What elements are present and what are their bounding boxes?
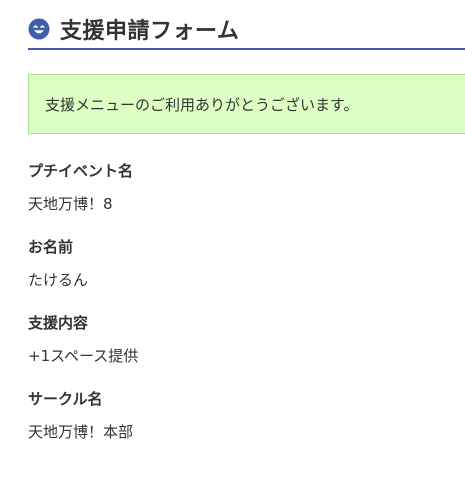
event-name-label: プチイベント名 (28, 162, 134, 180)
page-header: 支援申請フォーム (28, 16, 465, 50)
support-content-value: +1スペース提供 (28, 347, 139, 365)
name-label: お名前 (28, 238, 74, 256)
page-title: 支援申請フォーム (60, 19, 240, 44)
smile-icon (28, 18, 50, 40)
notice-message: 支援メニューのご利用ありがとうございます。 (45, 95, 359, 114)
circle-name-label: サークル名 (28, 390, 103, 408)
circle-name-value: 天地万博！本部 (28, 423, 134, 441)
event-name-value: 天地万博！8 (28, 195, 113, 213)
name-value: たけるん (28, 271, 89, 289)
thank-you-notice: 支援メニューのご利用ありがとうございます。 (28, 74, 465, 134)
support-content-label: 支援内容 (28, 314, 89, 332)
